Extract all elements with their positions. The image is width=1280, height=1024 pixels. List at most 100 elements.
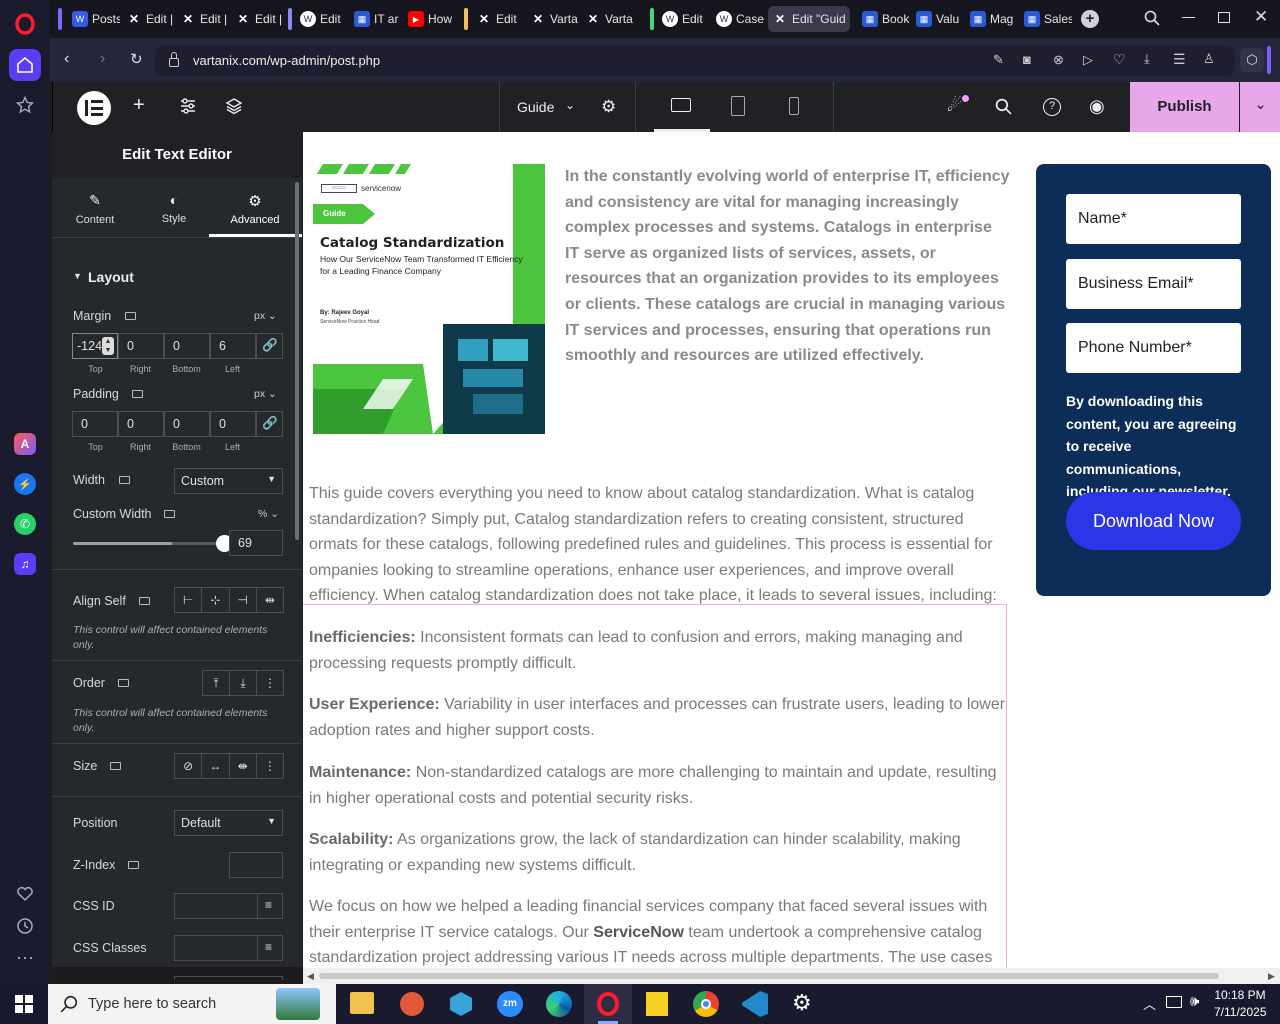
align-end-icon[interactable]: ⊣ [230,588,257,612]
tab-advanced[interactable]: ⚙ Advanced [217,192,293,226]
padding-left-input[interactable]: 0 [210,411,256,437]
tab[interactable]: W Case [712,6,764,32]
responsive-desktop-icon[interactable] [132,390,143,398]
order-last-icon[interactable]: ⤓ [230,671,257,695]
tablet-view-icon[interactable] [731,96,745,116]
tab[interactable]: ✕ Edit | [176,6,228,32]
chrome-icon[interactable] [693,991,719,1017]
back-button[interactable]: ‹ [64,50,69,68]
align-start-icon[interactable]: ⊢ [175,588,203,612]
link-values-icon[interactable]: 🔗 [256,333,283,359]
notifications-icon[interactable]: ☄ [947,96,962,116]
taskbar-search-box[interactable]: Type here to search [48,984,336,1024]
chevron-down-icon[interactable]: ⌄ [565,98,575,112]
windows-start-icon[interactable] [15,995,33,1018]
scroll-left-icon[interactable]: ◀ [307,971,314,982]
tab-content[interactable]: ✎ Content [57,192,133,226]
size-more-icon[interactable]: ⋮ [257,754,283,778]
order-more-icon[interactable]: ⋮ [257,671,283,695]
template-name[interactable]: Guide [517,99,554,115]
responsive-desktop-icon[interactable] [118,679,129,687]
padding-unit[interactable]: px ⌄ [254,388,277,400]
responsive-desktop-icon[interactable] [125,312,136,320]
zindex-input[interactable] [229,852,283,878]
opera-taskbar-active[interactable] [584,984,632,1024]
whatsapp-icon[interactable]: ✆ [9,508,41,540]
order-first-icon[interactable]: ⤒ [203,671,230,695]
extensions-cube-icon[interactable]: ⬡ [1240,48,1264,72]
download-now-button[interactable]: Download Now [1066,492,1241,550]
margin-right-input[interactable]: 0 [118,333,164,359]
tab[interactable]: ▶ How [404,6,456,32]
tab-active[interactable]: ✕ Edit "Guid [768,6,850,32]
dynamic-tags-icon[interactable]: ≡ [257,893,283,919]
camera-icon[interactable]: ◙ [1023,52,1031,67]
opera-logo-icon[interactable] [9,8,41,40]
css-classes-input[interactable] [174,935,258,961]
home-icon[interactable] [9,49,41,81]
send-icon[interactable]: ▷ [1083,52,1093,68]
edge-icon[interactable] [546,991,572,1017]
tab[interactable]: W Edit [296,6,348,32]
tab[interactable]: ▦ Mag [966,6,1018,32]
tab[interactable]: ✕ Edit | [231,6,283,32]
responsive-desktop-icon[interactable] [119,476,130,484]
adblock-icon[interactable]: ⊗ [1053,52,1064,68]
tab[interactable]: ✕ Edit | [122,6,174,32]
settings-sliders-icon[interactable] [179,97,197,120]
size-shrink-icon[interactable]: ⇼ [230,754,257,778]
aria-icon[interactable]: A [9,428,41,460]
custom-width-slider-track[interactable] [73,542,217,545]
download-icon[interactable]: ⤓ [1144,51,1150,67]
clock-date[interactable]: 7/11/2025 [1214,1005,1267,1019]
search-icon[interactable] [995,98,1012,120]
preview-eye-icon[interactable]: ◉ [1089,96,1105,117]
tab[interactable]: W Edit [658,6,710,32]
padding-right-input[interactable]: 0 [118,411,164,437]
close-window-button[interactable]: ✕ [1254,7,1268,27]
tray-chevron-up-icon[interactable]: ︿ [1143,994,1156,1013]
position-select[interactable]: Default ▼ [174,810,283,836]
easy-setup-icon[interactable]: ☰ [1173,51,1186,68]
edit-icon[interactable]: ✎ [993,52,1004,68]
panel-scrollbar[interactable] [295,182,299,540]
zoom-icon[interactable]: zm [497,991,523,1017]
search-tabs-icon[interactable] [1144,10,1160,30]
spinner-icon[interactable]: ▲ ▼ [102,337,114,355]
responsive-desktop-icon[interactable] [128,861,139,869]
size-none-icon[interactable]: ⊘ [175,754,203,778]
elementor-logo-icon[interactable] [77,91,111,125]
mobile-view-icon[interactable] [789,97,799,115]
tab-style[interactable]: ◐ Style [136,192,212,225]
forward-button[interactable]: › [100,50,105,68]
tab[interactable]: ▦ Book [858,6,910,32]
history-icon[interactable] [9,910,41,942]
width-select[interactable]: Custom ▼ [174,468,283,494]
bookmark-heart-icon[interactable]: ♡ [1113,51,1126,68]
layers-icon[interactable] [225,97,243,120]
css-id-input[interactable] [174,893,258,919]
custom-width-input[interactable]: 69 [229,530,283,556]
align-center-icon[interactable]: ⊹ [202,588,230,612]
custom-width-unit[interactable]: % ⌄ [258,508,279,520]
restore-button[interactable] [1218,12,1230,23]
margin-left-input[interactable]: 6 [210,333,256,359]
margin-unit[interactable]: px ⌄ [254,310,277,322]
padding-bottom-input[interactable]: 0 [164,411,210,437]
settings-gear-icon[interactable]: ⚙ [792,990,812,1016]
minimize-button[interactable] [1182,17,1195,18]
page-settings-gear-icon[interactable]: ⚙ [601,97,616,117]
scroll-right-icon[interactable]: ▶ [1268,971,1275,982]
vscode-icon[interactable] [742,991,768,1017]
link-values-icon[interactable]: 🔗 [256,411,283,437]
align-stretch-icon[interactable]: ⇹ [257,588,283,612]
hex-app-icon[interactable] [450,992,472,1016]
tab[interactable]: W Posts [68,6,120,32]
volume-icon[interactable]: 🕪 [1190,993,1199,1010]
tab[interactable]: ✕ Varta [526,6,578,32]
name-field[interactable]: Name* [1066,194,1241,244]
reload-button[interactable]: ↻ [130,50,143,68]
add-element-icon[interactable]: + [133,94,145,117]
network-icon[interactable] [1166,996,1182,1008]
music-player-icon[interactable]: ♫ [9,548,41,580]
